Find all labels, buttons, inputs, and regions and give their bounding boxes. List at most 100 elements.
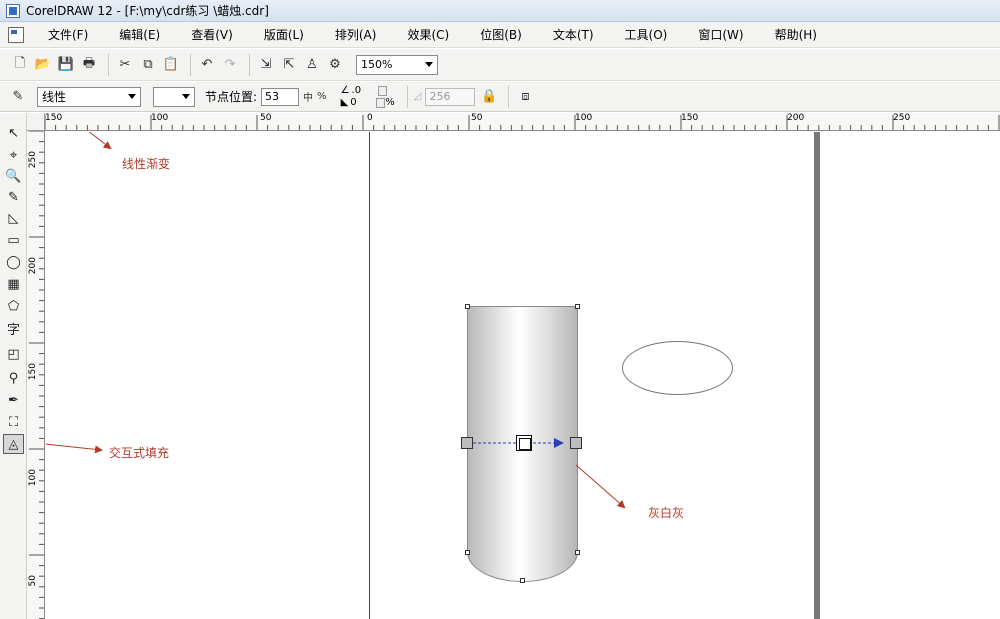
zoom-tool-icon[interactable]: 🔍 [3, 166, 24, 186]
menu-text[interactable]: 文本(T) [543, 23, 604, 47]
ruler-origin[interactable] [27, 113, 45, 131]
ruler-label: 250 [28, 151, 38, 169]
title-bar: CorelDRAW 12 - [F:\my\cdr练习 \蜡烛.cdr] [0, 0, 1000, 22]
gradient-end-handle[interactable] [570, 437, 582, 449]
property-bar: ✎ 线性 节点位置: 53 中 % ∠ .0 ◣ 0% ◿ 256 🔒 ⧈ [0, 82, 1000, 112]
paste-icon[interactable]: 📋 [161, 55, 181, 75]
text-tool-icon[interactable]: 字 [3, 318, 24, 338]
page-border-line [369, 132, 370, 619]
edge-pad-icon: ◣ [340, 97, 349, 108]
menu-help[interactable]: 帮助(H) [765, 23, 827, 47]
gradient-start-handle[interactable] [461, 437, 473, 449]
selection-node[interactable] [465, 304, 470, 309]
steps-icon: ◿ [413, 91, 422, 102]
save-icon[interactable]: 💾 [56, 55, 76, 75]
annotation-arrow [575, 464, 626, 509]
chevron-down-icon [128, 94, 136, 99]
menu-tools[interactable]: 工具(O) [615, 23, 678, 47]
gradient-midpoint-handle[interactable] [516, 435, 532, 451]
outline-tool-icon[interactable]: ✒ [3, 390, 24, 410]
spin-arrows[interactable] [376, 97, 386, 108]
annotation-arrow [88, 132, 112, 150]
horizontal-ruler-ticks [45, 115, 1000, 130]
percent-label: % [317, 91, 327, 102]
smart-fill-tool-icon[interactable]: ◺ [3, 208, 24, 228]
menu-window[interactable]: 窗口(W) [688, 23, 753, 47]
menu-file[interactable]: 文件(F) [38, 23, 98, 47]
ruler-label: 200 [28, 257, 38, 275]
interactive-effects-tool-icon[interactable]: ◰ [3, 344, 24, 364]
edge-pad-input[interactable]: 0 [348, 97, 374, 108]
rectangle-tool-icon[interactable]: ▭ [3, 230, 24, 250]
copy-icon[interactable]: ⧉ [138, 55, 158, 75]
steps-input[interactable]: 256 [425, 87, 476, 106]
freehand-tool-icon[interactable]: ✎ [3, 187, 24, 207]
selection-node[interactable] [465, 550, 470, 555]
vertical-ruler[interactable]: 250 200 150 100 50 [27, 131, 45, 619]
ruler-label: 150 [28, 363, 38, 381]
document-icon[interactable] [8, 26, 24, 43]
selection-node[interactable] [520, 578, 525, 583]
angle-icon: ∠ [340, 85, 350, 96]
drawing-canvas[interactable]: 线性渐变 交互式填充 灰白灰 [46, 132, 1000, 619]
polygon-tool-icon[interactable]: ▦ [3, 274, 24, 294]
selection-node[interactable] [575, 304, 580, 309]
node-position-label: 节点位置: [205, 90, 258, 104]
angle-input[interactable]: .0 [350, 85, 376, 96]
chevron-down-icon [425, 62, 433, 67]
horizontal-ruler[interactable]: 150 100 50 0 50 100 150 200 250 [45, 113, 1000, 131]
annotation-arrow [46, 443, 103, 454]
zoom-level-select[interactable]: 150% [356, 54, 438, 75]
export-icon[interactable]: ⇱ [279, 55, 299, 75]
slider-icon[interactable]: 中 [303, 89, 313, 104]
spin-arrows[interactable] [377, 85, 387, 96]
menu-edit[interactable]: 编辑(E) [109, 23, 170, 47]
fill-type-select[interactable]: 线性 [37, 86, 141, 107]
selection-node[interactable] [575, 550, 580, 555]
shape-tool-icon[interactable]: ⌖ [3, 145, 24, 165]
menu-bitmaps[interactable]: 位图(B) [470, 23, 532, 47]
node-position-input[interactable]: 53 [261, 87, 300, 106]
undo-icon[interactable]: ↶ [197, 55, 217, 75]
window-title: CorelDRAW 12 - [F:\my\cdr练习 \蜡烛.cdr] [26, 4, 269, 18]
menu-view[interactable]: 查看(V) [181, 23, 243, 47]
annotation-grey-white-grey: 灰白灰 [648, 506, 685, 520]
copy-fill-properties-icon[interactable]: ⧈ [515, 87, 535, 107]
cut-icon[interactable]: ✂ [115, 55, 135, 75]
ellipse-tool-icon[interactable]: ◯ [3, 252, 24, 272]
menu-arrange[interactable]: 排列(A) [325, 23, 387, 47]
print-icon[interactable]: 🖶 [79, 55, 99, 75]
color-swatch [158, 89, 178, 104]
pick-tool-icon[interactable]: ↖ [3, 123, 24, 143]
color-picker[interactable] [153, 86, 195, 107]
eyedropper-tool-icon[interactable]: ⚲ [3, 368, 24, 388]
page-shadow [814, 132, 820, 619]
fill-tool-icon[interactable]: ⛶ [3, 412, 24, 432]
menu-effects[interactable]: 效果(C) [397, 23, 459, 47]
menu-bar: 文件(F) 编辑(E) 查看(V) 版面(L) 排列(A) 效果(C) 位图(B… [0, 22, 1000, 48]
annotation-linear-gradient: 线性渐变 [122, 157, 171, 171]
basic-shapes-tool-icon[interactable]: ⬠ [3, 296, 24, 316]
import-icon[interactable]: ⇲ [256, 55, 276, 75]
ruler-label: 100 [575, 113, 593, 123]
menu-layout[interactable]: 版面(L) [254, 23, 314, 47]
ruler-label: 50 [471, 113, 483, 123]
ruler-label: 50 [28, 575, 38, 587]
ellipse-shape[interactable] [622, 341, 733, 395]
redo-icon[interactable]: ↷ [220, 55, 240, 75]
ruler-label: 100 [151, 113, 169, 123]
lock-steps-icon[interactable]: 🔒 [479, 87, 499, 107]
new-icon[interactable]: 🗋 [10, 55, 30, 75]
launcher-icon[interactable]: ♙ [302, 55, 322, 75]
zoom-icon[interactable]: ⚙ [325, 55, 345, 75]
open-icon[interactable]: 📂 [33, 55, 53, 75]
interactive-fill-icon[interactable]: ✎ [8, 87, 28, 107]
coreldraw-app-icon [6, 3, 20, 18]
ruler-label: 50 [260, 113, 272, 123]
interactive-fill-tool-icon[interactable]: ◬ [3, 434, 24, 454]
ruler-label: 200 [787, 113, 805, 123]
ruler-label: 100 [28, 469, 38, 487]
ruler-label: 0 [367, 113, 373, 123]
toolbox: ↖ ⌖ 🔍 ✎ ◺ ▭ ◯ ▦ ⬠ 字 ◰ ⚲ ✒ ⛶ ◬ [0, 113, 27, 619]
annotation-interactive-fill: 交互式填充 [109, 446, 170, 460]
